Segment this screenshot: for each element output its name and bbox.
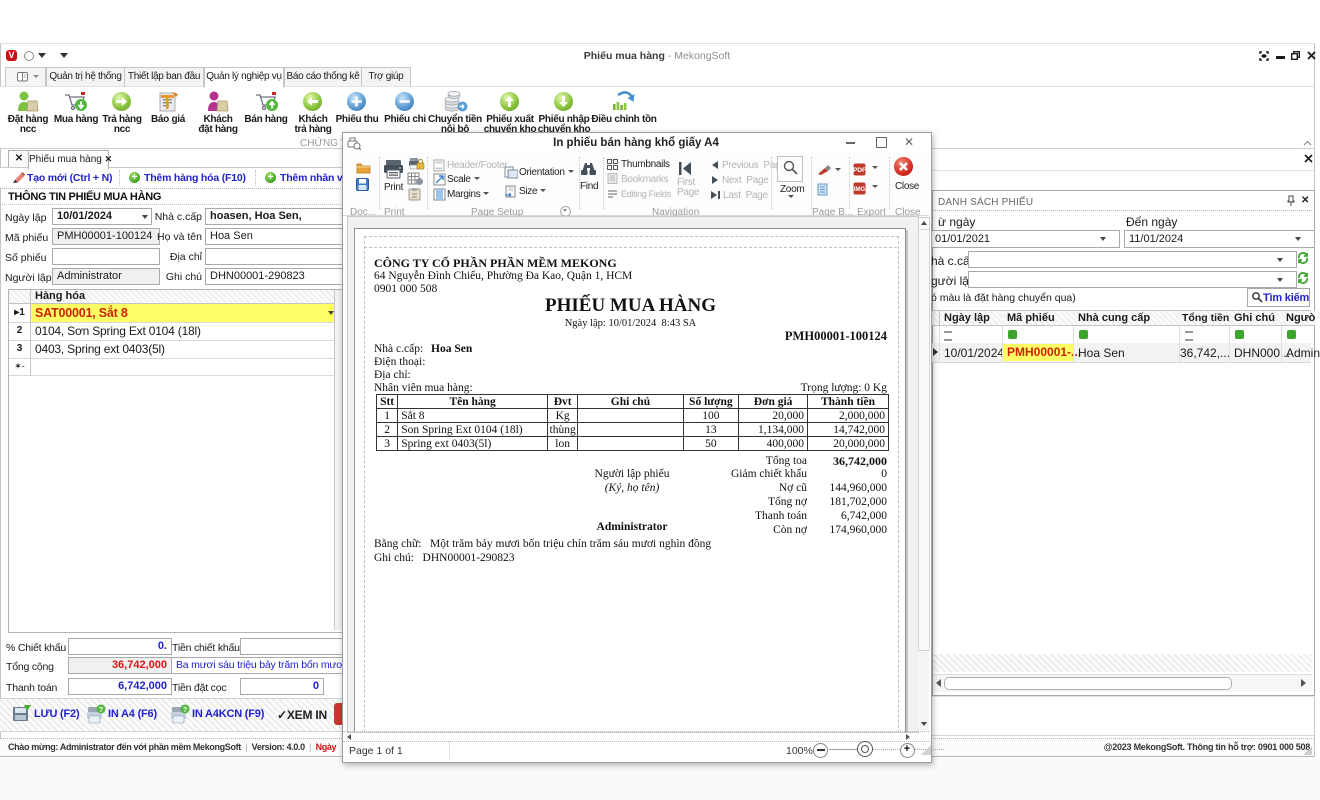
svg-text:PDF: PDF xyxy=(853,167,866,174)
svg-text:?: ? xyxy=(99,707,103,714)
svg-text:IMG: IMG xyxy=(854,187,866,193)
svg-text:?: ? xyxy=(183,707,187,714)
